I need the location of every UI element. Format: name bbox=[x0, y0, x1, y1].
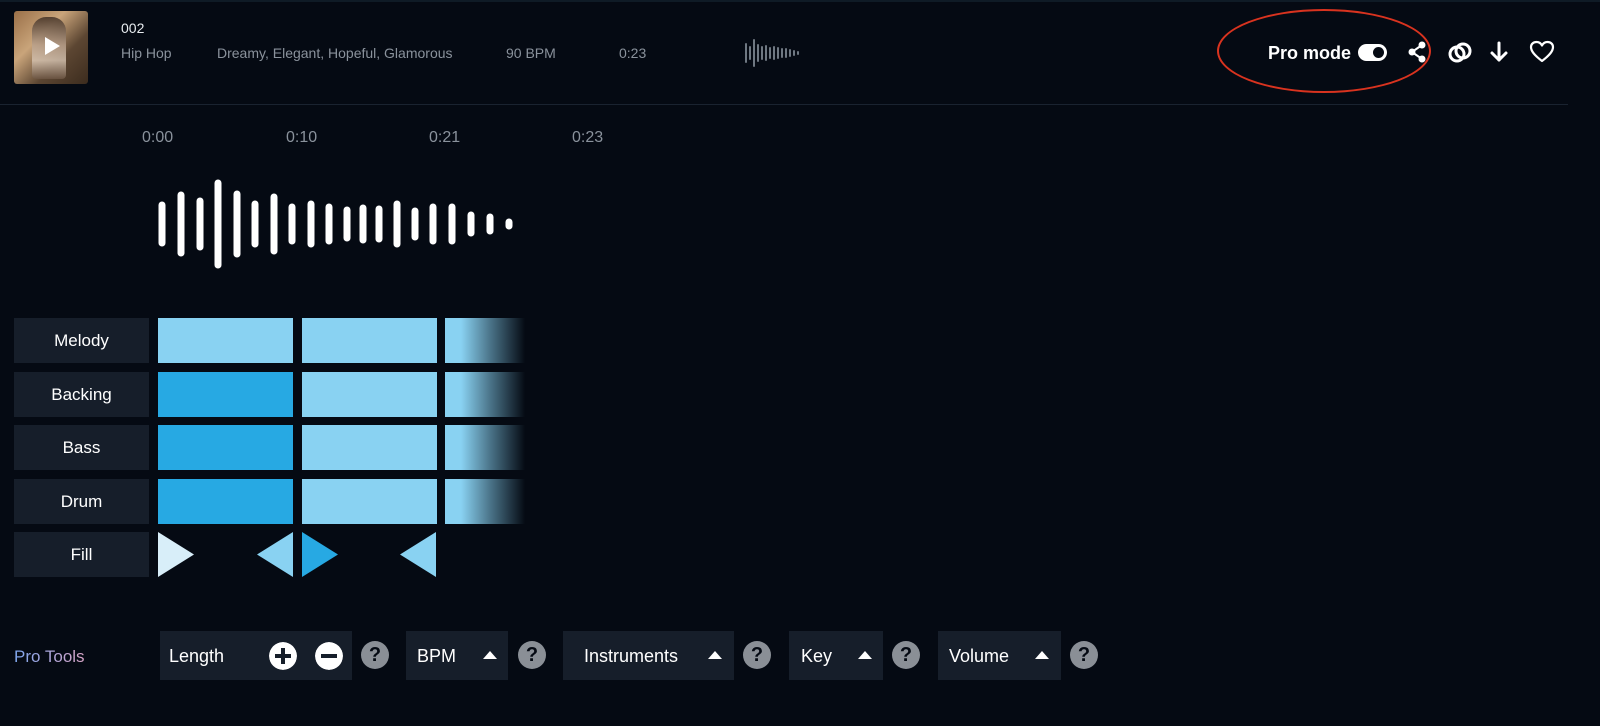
share-icon[interactable] bbox=[1406, 40, 1428, 64]
track-duration: 0:23 bbox=[619, 45, 647, 61]
melody-block[interactable] bbox=[302, 318, 437, 363]
key-help-icon[interactable]: ? bbox=[892, 641, 920, 669]
fill-right-arrow-icon[interactable] bbox=[158, 532, 194, 577]
download-icon[interactable] bbox=[1488, 40, 1510, 64]
time-marker: 0:21 bbox=[429, 129, 461, 146]
drum-block-selected[interactable] bbox=[158, 479, 293, 524]
melody-block[interactable] bbox=[158, 318, 293, 363]
mini-waveform[interactable] bbox=[744, 38, 802, 68]
link-icon[interactable] bbox=[1447, 40, 1473, 66]
track-title: 002 bbox=[121, 20, 145, 36]
fill-left-arrow-icon[interactable] bbox=[257, 532, 293, 577]
track-bpm: 90 BPM bbox=[506, 45, 556, 61]
track-label-bass[interactable]: Bass bbox=[14, 425, 149, 470]
pro-tools-label: Pro Tools bbox=[14, 647, 85, 666]
toggle-knob bbox=[1373, 47, 1384, 58]
time-marker: 0:10 bbox=[286, 129, 318, 146]
track-label-melody[interactable]: Melody bbox=[14, 318, 149, 363]
bpm-help-icon[interactable]: ? bbox=[518, 641, 546, 669]
caret-up-icon[interactable] bbox=[708, 651, 722, 659]
length-label: Length bbox=[169, 646, 225, 666]
play-icon bbox=[45, 37, 60, 55]
drum-block[interactable] bbox=[302, 479, 437, 524]
track-header: 002 Hip Hop Dreamy, Elegant, Hopeful, Gl… bbox=[0, 0, 1600, 104]
key-control[interactable]: Key bbox=[789, 631, 883, 680]
track-moods: Dreamy, Elegant, Hopeful, Glamorous bbox=[217, 45, 453, 61]
instruments-control[interactable]: Instruments bbox=[563, 631, 734, 680]
pro-mode-toggle[interactable] bbox=[1358, 44, 1387, 61]
heart-icon[interactable] bbox=[1529, 40, 1555, 64]
melody-block-fading[interactable] bbox=[445, 318, 525, 363]
fill-right-arrow-icon[interactable] bbox=[302, 532, 338, 577]
key-label: Key bbox=[801, 646, 833, 666]
album-cover-play-button[interactable] bbox=[14, 11, 88, 84]
bass-block-fading[interactable] bbox=[445, 425, 525, 470]
track-genre: Hip Hop bbox=[121, 45, 172, 61]
volume-help-icon[interactable]: ? bbox=[1070, 641, 1098, 669]
track-label-fill[interactable]: Fill bbox=[14, 532, 149, 577]
header-divider bbox=[0, 104, 1568, 105]
track-label-backing[interactable]: Backing bbox=[14, 372, 149, 417]
bass-block[interactable] bbox=[302, 425, 437, 470]
track-waveform[interactable] bbox=[157, 177, 519, 273]
instruments-help-icon[interactable]: ? bbox=[743, 641, 771, 669]
time-marker: 0:00 bbox=[142, 129, 174, 146]
backing-block-selected[interactable] bbox=[158, 372, 293, 417]
caret-up-icon[interactable] bbox=[1035, 651, 1049, 659]
pro-mode-label: Pro mode bbox=[1268, 43, 1352, 63]
time-marker: 0:23 bbox=[572, 129, 604, 146]
bass-block-selected[interactable] bbox=[158, 425, 293, 470]
track-label-drum[interactable]: Drum bbox=[14, 479, 149, 524]
plus-icon[interactable] bbox=[269, 642, 297, 670]
backing-block-fading[interactable] bbox=[445, 372, 525, 417]
bpm-label: BPM bbox=[417, 646, 457, 666]
volume-label: Volume bbox=[949, 646, 1010, 666]
backing-block[interactable] bbox=[302, 372, 437, 417]
caret-up-icon[interactable] bbox=[483, 651, 497, 659]
drum-block-fading[interactable] bbox=[445, 479, 525, 524]
caret-up-icon[interactable] bbox=[858, 651, 872, 659]
instruments-label: Instruments bbox=[584, 646, 679, 666]
minus-icon[interactable] bbox=[315, 642, 343, 670]
volume-control[interactable]: Volume bbox=[938, 631, 1061, 680]
bpm-control[interactable]: BPM bbox=[406, 631, 508, 680]
fill-left-arrow-icon[interactable] bbox=[400, 532, 436, 577]
length-help-icon[interactable]: ? bbox=[361, 641, 389, 669]
